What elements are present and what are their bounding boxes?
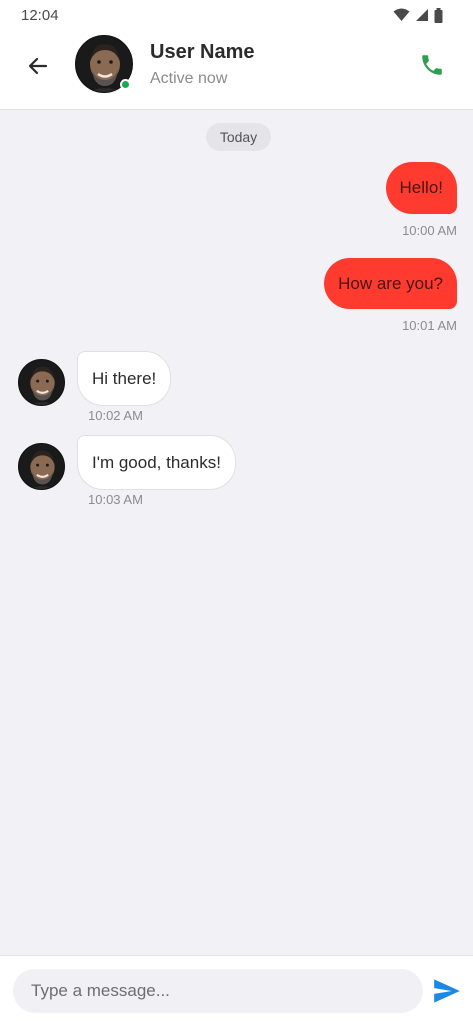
contact-status: Active now xyxy=(150,70,228,87)
message-text: Hi there! xyxy=(92,368,157,388)
call-button[interactable] xyxy=(417,50,447,80)
chat-header: User Name Active now xyxy=(0,30,473,110)
message-bubble-outgoing[interactable]: Hello! xyxy=(385,162,457,214)
online-indicator xyxy=(120,79,131,90)
message-text: How are you? xyxy=(338,273,443,293)
message-text: I'm good, thanks! xyxy=(92,452,221,472)
message-list[interactable]: Today Hello! 10:00 AM How are you? 10:01… xyxy=(0,110,473,955)
send-button[interactable] xyxy=(431,976,463,1006)
contact-avatar[interactable] xyxy=(75,35,133,93)
avatar-image xyxy=(18,443,65,490)
wifi-icon xyxy=(393,8,410,21)
status-time: 12:04 xyxy=(21,6,59,24)
battery-icon xyxy=(434,7,443,23)
date-separator: Today xyxy=(206,123,271,151)
sender-avatar[interactable] xyxy=(18,359,65,406)
signal-icon xyxy=(416,9,428,21)
contact-info: User Name Active now xyxy=(150,41,255,88)
message-composer xyxy=(0,955,473,1021)
message-time: 10:03 AM xyxy=(88,492,143,507)
back-button[interactable] xyxy=(22,50,54,82)
message-time: 10:02 AM xyxy=(88,408,143,423)
contact-name: User Name xyxy=(150,41,255,63)
message-bubble-incoming[interactable]: Hi there! xyxy=(77,351,172,406)
message-time: 10:01 AM xyxy=(402,318,457,333)
send-icon xyxy=(434,979,460,1003)
phone-icon xyxy=(422,55,442,75)
sender-avatar[interactable] xyxy=(18,443,65,490)
message-text: Hello! xyxy=(399,178,443,197)
message-bubble-incoming[interactable]: I'm good, thanks! xyxy=(77,435,236,490)
message-time: 10:00 AM xyxy=(402,223,457,238)
arrow-left-icon xyxy=(28,57,48,75)
chat-screen: 12:04 User Name Active now Today Hello! … xyxy=(0,0,473,1021)
avatar-image xyxy=(18,359,65,406)
status-icons xyxy=(393,7,443,23)
message-bubble-outgoing[interactable]: How are you? xyxy=(324,258,457,309)
message-input[interactable] xyxy=(13,969,423,1013)
status-bar: 12:04 xyxy=(0,0,473,30)
